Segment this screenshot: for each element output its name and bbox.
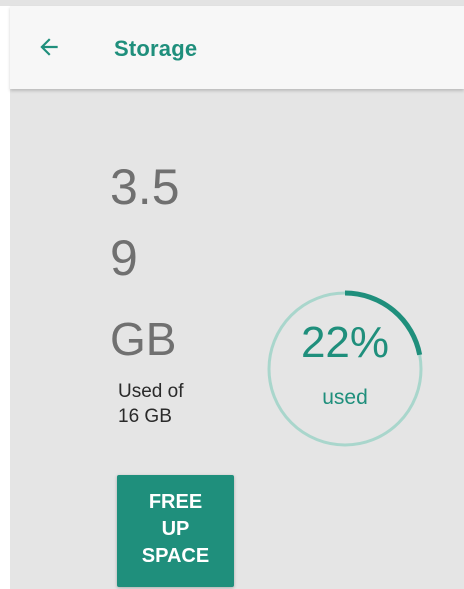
storage-panel: 3.5 9 GB Used of 16 GB 22% used FREE UP …: [10, 89, 464, 589]
app-bar: Storage: [10, 6, 464, 89]
storage-amount-line1: 3.5: [110, 159, 180, 215]
back-button[interactable]: [36, 34, 62, 60]
storage-used-of-text: Used of 16 GB: [118, 381, 184, 427]
page-title: Storage: [114, 36, 198, 61]
usage-ring: [265, 289, 425, 449]
usage-percent: 22%: [300, 318, 390, 367]
storage-amount-line2: 9: [110, 230, 138, 286]
free-up-space-button[interactable]: FREE UP SPACE: [117, 475, 234, 587]
arrow-left-icon: [40, 38, 58, 56]
usage-label: used: [322, 386, 368, 409]
storage-amount-unit: GB: [110, 313, 177, 365]
